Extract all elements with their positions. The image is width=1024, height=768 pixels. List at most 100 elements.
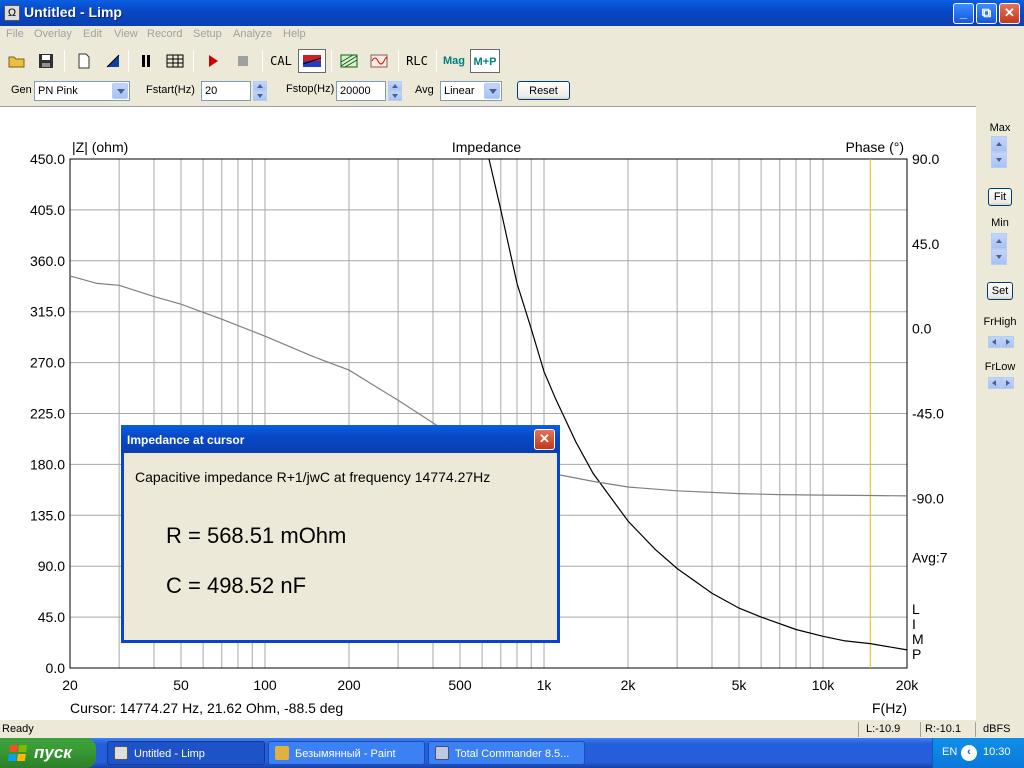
task-limp[interactable]: Untitled - Limp: [107, 741, 265, 765]
reset-button[interactable]: Reset: [517, 81, 570, 100]
frhigh-spinner[interactable]: [988, 336, 1014, 348]
y-axis-right-title: Phase (°): [845, 139, 904, 155]
play-icon[interactable]: [201, 49, 225, 73]
waveform-icon[interactable]: [367, 49, 391, 73]
averaging-value: Linear: [444, 85, 475, 97]
right-tick-label: -90.0: [912, 490, 944, 506]
fit-button[interactable]: Fit: [988, 188, 1012, 206]
task-total-commander-label: Total Commander 8.5...: [455, 748, 570, 760]
frlow-spinner[interactable]: [988, 377, 1014, 389]
app-icon[interactable]: Ω: [4, 5, 20, 21]
chevron-down-icon[interactable]: [112, 83, 128, 99]
averaging-select[interactable]: Linear: [440, 81, 502, 101]
menu-file[interactable]: File: [6, 28, 24, 40]
menu-setup[interactable]: Setup: [193, 28, 222, 40]
right-tick-label: 45.0: [912, 236, 939, 252]
gen-label: Gen: [11, 84, 32, 96]
fstart-value: 20: [205, 85, 218, 97]
spin-down-icon[interactable]: [991, 152, 1007, 168]
fstart-label: Fstart(Hz): [146, 84, 195, 96]
x-tick-label: 5k: [732, 677, 748, 693]
status-text: Ready: [2, 723, 34, 735]
limp-watermark-letter: P: [912, 646, 921, 662]
dialog-title[interactable]: Impedance at cursor: [121, 425, 560, 453]
generator-select[interactable]: PN Pink: [34, 81, 130, 101]
stop-icon[interactable]: [231, 49, 255, 73]
title-bar[interactable]: Ω Untitled - Limp _ ⧉ ✕: [0, 0, 1024, 26]
new-document-icon[interactable]: [72, 49, 96, 73]
menu-view[interactable]: View: [114, 28, 138, 40]
task-paint[interactable]: Безымянный - Paint: [268, 741, 425, 765]
open-folder-icon[interactable]: [5, 49, 29, 73]
level-right: R:-10.1: [925, 723, 962, 735]
language-indicator[interactable]: EN: [942, 746, 957, 758]
mag-phase-button[interactable]: M+P: [470, 49, 500, 73]
dialog-message: Capacitive impedance R+1/jwC at frequenc…: [135, 469, 491, 485]
chevron-left-icon[interactable]: ‹: [961, 745, 977, 761]
x-tick-label: 20: [62, 677, 78, 693]
left-tick-label: 90.0: [38, 558, 65, 574]
spin-up-icon[interactable]: [991, 136, 1007, 152]
fstop-spinner[interactable]: [388, 81, 402, 101]
task-total-commander[interactable]: Total Commander 8.5...: [428, 741, 585, 765]
frlow-label: FrLow: [984, 361, 1016, 373]
limp-app-icon: [114, 746, 128, 760]
paint-app-icon: [275, 746, 289, 760]
cursor-readout: Cursor: 14774.27 Hz, 21.62 Ohm, -88.5 de…: [70, 700, 343, 716]
select-curve-icon[interactable]: [101, 49, 125, 73]
level-left: L:-10.9: [866, 723, 901, 735]
display-mode-icon[interactable]: [298, 49, 326, 73]
generator-value: PN Pink: [38, 85, 78, 97]
spin-down-icon[interactable]: [253, 91, 267, 101]
spin-down-icon[interactable]: [991, 249, 1007, 265]
spin-up-icon[interactable]: [991, 233, 1007, 249]
minimize-button[interactable]: _: [953, 3, 974, 24]
spin-down-icon[interactable]: [388, 91, 402, 101]
left-tick-label: 45.0: [38, 609, 65, 625]
menu-record[interactable]: Record: [147, 28, 182, 40]
parameter-bar: Gen PN Pink Fstart(Hz) 20 Fstop(Hz) 2000…: [0, 78, 1024, 104]
fstart-spinner[interactable]: [253, 81, 267, 101]
fstart-input[interactable]: 20: [201, 81, 251, 101]
set-button[interactable]: Set: [987, 282, 1013, 300]
limp-watermark-letter: M: [912, 631, 924, 647]
maximize-button[interactable]: ⧉: [976, 3, 997, 24]
close-icon[interactable]: ✕: [534, 429, 555, 450]
close-button[interactable]: ✕: [999, 3, 1020, 24]
start-button[interactable]: пуск: [0, 738, 96, 768]
mag-button[interactable]: Mag: [440, 49, 468, 73]
x-tick-label: 100: [253, 677, 277, 693]
chevron-left-icon[interactable]: [988, 377, 1001, 389]
scale-control-panel: Max Fit Min Set FrHigh FrLow: [976, 106, 1024, 720]
chevron-left-icon[interactable]: [988, 336, 1001, 348]
spin-up-icon[interactable]: [388, 81, 402, 91]
y-axis-left-title: |Z| (ohm): [72, 139, 128, 155]
rlc-button[interactable]: RLC: [402, 49, 432, 73]
save-icon[interactable]: [34, 49, 58, 73]
max-spinner[interactable]: [991, 136, 1007, 168]
spin-up-icon[interactable]: [253, 81, 267, 91]
overlay-chart-icon[interactable]: [337, 49, 361, 73]
x-axis-title: F(Hz): [872, 700, 907, 716]
min-spinner[interactable]: [991, 233, 1007, 265]
system-tray: EN ‹ 10:30: [932, 738, 1024, 768]
cal-button[interactable]: CAL: [266, 49, 296, 73]
app-window: Ω Untitled - Limp _ ⧉ ✕ File Overlay Edi…: [0, 0, 1024, 768]
menu-help[interactable]: Help: [283, 28, 306, 40]
table-icon[interactable]: [163, 49, 187, 73]
chevron-right-icon[interactable]: [1001, 377, 1014, 389]
chevron-right-icon[interactable]: [1001, 336, 1014, 348]
menu-overlay[interactable]: Overlay: [34, 28, 72, 40]
fstop-input[interactable]: 20000: [336, 81, 386, 101]
left-tick-label: 0.0: [46, 660, 66, 676]
taskbar: пуск Untitled - Limp Безымянный - Paint …: [0, 738, 1024, 768]
menu-bar: File Overlay Edit View Record Setup Anal…: [0, 26, 1024, 44]
menu-edit[interactable]: Edit: [83, 28, 102, 40]
menu-analyze[interactable]: Analyze: [233, 28, 272, 40]
pause-icon[interactable]: [134, 49, 158, 73]
frhigh-label: FrHigh: [983, 316, 1017, 328]
left-tick-label: 315.0: [30, 304, 65, 320]
fstop-value: 20000: [340, 85, 371, 97]
chevron-down-icon[interactable]: [484, 83, 500, 99]
fstop-label: Fstop(Hz): [286, 83, 335, 95]
